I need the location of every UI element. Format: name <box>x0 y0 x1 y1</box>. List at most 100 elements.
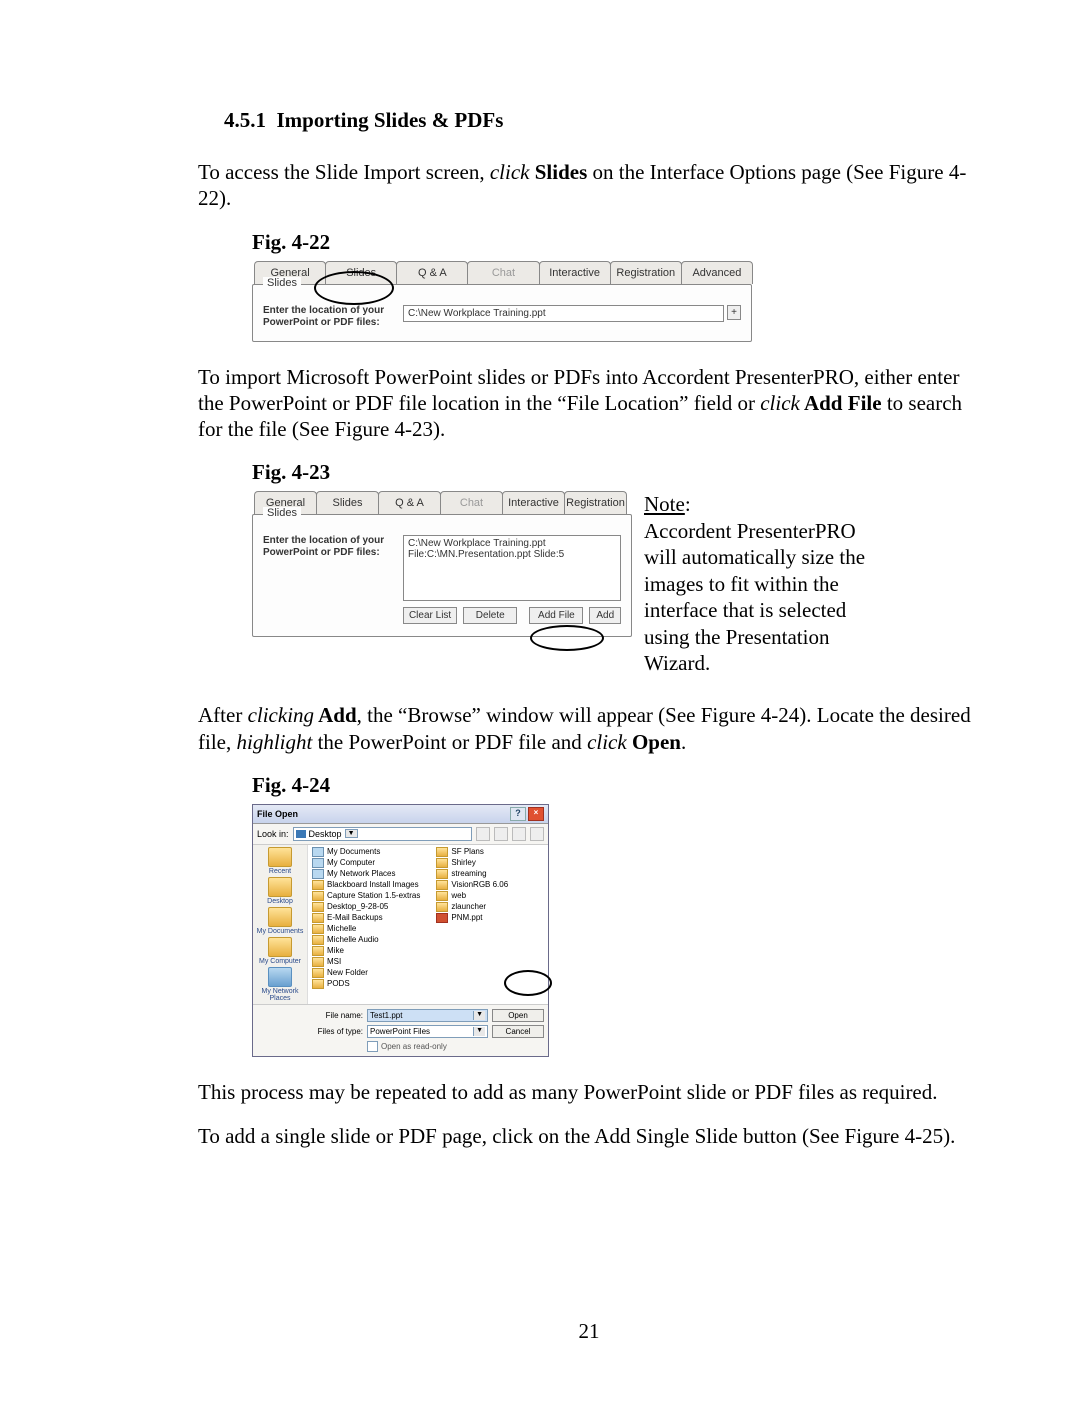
file-item[interactable]: My Computer <box>312 858 420 868</box>
section-title: Importing Slides & PDFs <box>277 108 504 132</box>
readonly-checkbox[interactable]: Open as read-only <box>367 1041 544 1052</box>
places-desktop[interactable]: Desktop <box>267 877 293 905</box>
filename-label: File name: <box>315 1011 363 1020</box>
section-number: 4.5.1 <box>224 108 266 132</box>
file-location-input[interactable]: C:\New Workplace Training.ppt <box>403 305 724 322</box>
places-recent[interactable]: Recent <box>268 847 292 875</box>
folder-icon <box>268 967 292 987</box>
file-list[interactable]: C:\New Workplace Training.ppt File:C:\MN… <box>403 535 621 601</box>
file-item[interactable]: New Folder <box>312 968 420 978</box>
tab-chat[interactable]: Chat <box>440 491 503 514</box>
clear-list-button[interactable]: Clear List <box>403 607 457 624</box>
chevron-down-icon[interactable]: ▼ <box>473 1027 485 1036</box>
folder-icon <box>436 858 448 868</box>
file-item[interactable]: streaming <box>436 869 508 879</box>
slides-legend: Slides <box>263 277 301 289</box>
file-item[interactable]: My Documents <box>312 847 420 857</box>
views-icon[interactable] <box>530 827 544 841</box>
folder-icon <box>312 935 324 945</box>
section-heading: 4.5.1 Importing Slides & PDFs <box>224 108 980 133</box>
file-item[interactable]: web <box>436 891 508 901</box>
tab-interactive[interactable]: Interactive <box>502 491 565 514</box>
file-item[interactable]: Michelle Audio <box>312 935 420 945</box>
file-item[interactable]: PODS <box>312 979 420 989</box>
checkbox-icon <box>367 1041 378 1052</box>
file-item[interactable]: VisionRGB 6.06 <box>436 880 508 890</box>
folder-icon <box>436 869 448 879</box>
note-text: Note: Accordent PresenterPRO will automa… <box>644 491 874 676</box>
folder-icon <box>268 847 292 867</box>
back-icon[interactable] <box>476 827 490 841</box>
folder-icon <box>436 891 448 901</box>
fig-4-23-label: Fig. 4-23 <box>252 460 980 485</box>
new-folder-icon[interactable] <box>512 827 526 841</box>
up-icon[interactable] <box>494 827 508 841</box>
file-item[interactable]: My Network Places <box>312 869 420 879</box>
tab-slides[interactable]: Slides <box>316 491 379 514</box>
fig-4-22-label: Fig. 4-22 <box>252 230 980 255</box>
tab-chat[interactable]: Chat <box>467 261 539 284</box>
system-icon <box>312 869 324 879</box>
folder-icon <box>312 924 324 934</box>
folder-icon <box>268 937 292 957</box>
folder-icon <box>312 979 324 989</box>
tab-qa[interactable]: Q & A <box>378 491 441 514</box>
lookin-combo[interactable]: Desktop ▼ <box>293 827 472 841</box>
tab-advanced[interactable]: Advanced <box>681 261 753 284</box>
file-open-dialog: File Open ? × Look in: Desktop ▼ RecentD… <box>252 804 549 1057</box>
file-item[interactable]: Blackboard Install Images <box>312 880 420 890</box>
file-item[interactable]: zlauncher <box>436 902 508 912</box>
folder-icon <box>436 880 448 890</box>
add-plus-button[interactable]: + <box>727 305 741 320</box>
fig-4-24-label: Fig. 4-24 <box>252 773 980 798</box>
add-button[interactable]: Add <box>589 607 621 624</box>
folder-icon <box>268 907 292 927</box>
filetype-label: Files of type: <box>315 1027 363 1036</box>
places-my-computer[interactable]: My Computer <box>259 937 301 965</box>
file-item[interactable]: SF Plans <box>436 847 508 857</box>
file-item[interactable]: MSI <box>312 957 420 967</box>
close-icon[interactable]: × <box>528 807 544 821</box>
filetype-combo[interactable]: PowerPoint Files ▼ <box>367 1025 488 1038</box>
system-icon <box>312 858 324 868</box>
file-item[interactable]: Desktop_9-28-05 <box>312 902 420 912</box>
help-icon[interactable]: ? <box>510 807 526 821</box>
cancel-button[interactable]: Cancel <box>492 1025 544 1038</box>
lookin-label: Look in: <box>257 829 289 839</box>
page-number: 21 <box>198 1319 980 1344</box>
file-item[interactable]: Mike <box>312 946 420 956</box>
file-item[interactable]: Shirley <box>436 858 508 868</box>
folder-icon <box>312 880 324 890</box>
file-item[interactable]: E-Mail Backups <box>312 913 420 923</box>
open-button[interactable]: Open <box>492 1009 544 1022</box>
folder-icon <box>312 902 324 912</box>
ppt-icon <box>436 913 448 923</box>
fig-4-22: General Slides Q & A Chat Interactive Re… <box>252 261 752 342</box>
tab-qa[interactable]: Q & A <box>396 261 468 284</box>
folder-icon <box>268 877 292 897</box>
file-item[interactable]: Capture Station 1.5-extras <box>312 891 420 901</box>
paragraph-4: This process may be repeated to add as m… <box>198 1079 980 1105</box>
tab-registration[interactable]: Registration <box>610 261 682 284</box>
file-item[interactable]: PNM.ppt <box>436 913 508 923</box>
filename-input[interactable]: Test1.ppt ▼ <box>367 1009 488 1022</box>
desktop-icon <box>296 830 306 838</box>
places-my-documents[interactable]: My Documents <box>257 907 304 935</box>
folder-icon <box>436 847 448 857</box>
paragraph-1: To access the Slide Import screen, click… <box>198 159 980 212</box>
file-item[interactable]: Michelle <box>312 924 420 934</box>
add-file-button[interactable]: Add File <box>529 607 583 624</box>
chevron-down-icon[interactable]: ▼ <box>473 1011 485 1020</box>
delete-button[interactable]: Delete <box>463 607 517 624</box>
dialog-title: File Open <box>257 809 298 819</box>
folder-icon <box>312 946 324 956</box>
slides-legend: Slides <box>263 507 301 519</box>
chevron-down-icon[interactable]: ▼ <box>345 829 358 838</box>
tab-registration[interactable]: Registration <box>564 491 627 514</box>
places-my-network-places[interactable]: My Network Places <box>253 967 307 1002</box>
folder-icon <box>436 902 448 912</box>
folder-icon <box>312 913 324 923</box>
tab-interactive[interactable]: Interactive <box>539 261 611 284</box>
tab-slides[interactable]: Slides <box>325 261 397 284</box>
paragraph-3: After clicking Add, the “Browse” window … <box>198 702 980 755</box>
